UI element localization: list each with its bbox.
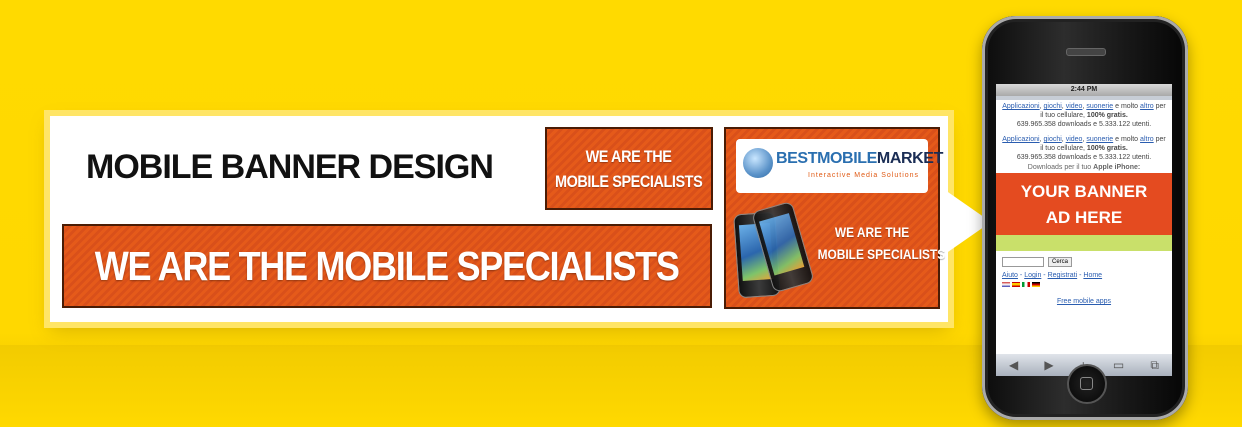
- link-aiuto[interactable]: Aiuto: [1002, 272, 1018, 279]
- iphone-mockup: 2:44 PM Applicazioni, giochi, video, suo…: [982, 16, 1188, 420]
- banner-small[interactable]: WE ARE THE MOBILE SPECIALISTS: [545, 127, 713, 210]
- link-login[interactable]: Login: [1024, 272, 1041, 279]
- flag-uk-icon[interactable]: [1002, 282, 1010, 287]
- flag-es-icon[interactable]: [1012, 282, 1020, 287]
- forward-icon[interactable]: ▶: [1044, 358, 1053, 372]
- logo-tagline: Interactive Media Solutions: [808, 172, 920, 179]
- nav-links: Aiuto - Login - Registrati - Home: [1002, 272, 1103, 279]
- link-giochi[interactable]: giochi: [1044, 136, 1062, 143]
- banner-box[interactable]: BESTMOBILEMARKET Interactive Media Solut…: [724, 127, 946, 309]
- search-row: Cerca: [996, 251, 1172, 270]
- free-apps-link[interactable]: Free mobile apps: [996, 298, 1172, 305]
- link-altro[interactable]: altro: [1140, 136, 1154, 143]
- home-button[interactable]: [1067, 364, 1107, 404]
- status-bar: 2:44 PM: [996, 84, 1172, 96]
- status-time: 2:44 PM: [1070, 86, 1098, 93]
- promo-block-1: Applicazioni, giochi, video, suonerie e …: [1002, 103, 1166, 128]
- promo-block-2: Applicazioni, giochi, video, suonerie e …: [1002, 136, 1166, 161]
- stats-text: 639.965.358 downloads e 5.333.122 utenti…: [1016, 154, 1152, 161]
- screen-ad-line1: YOUR BANNER: [1020, 182, 1148, 201]
- bookmarks-icon[interactable]: ▭: [1113, 358, 1124, 372]
- banner-box-line2: MOBILE SPECIALISTS: [817, 246, 946, 262]
- search-input[interactable]: [1002, 257, 1044, 267]
- link-registrati[interactable]: Registrati: [1048, 272, 1078, 279]
- link-altro[interactable]: altro: [1140, 103, 1154, 110]
- phone-screen: 2:44 PM Applicazioni, giochi, video, suo…: [996, 84, 1172, 376]
- stats-text: 639.965.358 downloads e 5.333.122 utenti…: [1016, 121, 1152, 128]
- link-suonerie[interactable]: suonerie: [1086, 103, 1113, 110]
- link-applicazioni[interactable]: Applicazioni: [1002, 103, 1039, 110]
- logo-card: BESTMOBILEMARKET Interactive Media Solut…: [736, 139, 943, 193]
- banner-wide-text: WE ARE THE MOBILE SPECIALISTS: [95, 242, 680, 289]
- screen-ad-slot[interactable]: YOUR BANNER AD HERE: [996, 173, 1172, 235]
- pages-icon[interactable]: ⧉: [1150, 358, 1159, 373]
- banner-box-line1: WE ARE THE: [834, 224, 910, 240]
- flag-de-icon[interactable]: [1032, 282, 1040, 287]
- banner-small-line2: MOBILE SPECIALISTS: [555, 171, 703, 191]
- link-video[interactable]: video: [1066, 136, 1083, 143]
- banner-box-text: WE ARE THE MOBILE SPECIALISTS: [808, 221, 946, 265]
- page-title: MOBILE BANNER DESIGN: [86, 148, 494, 186]
- link-applicazioni[interactable]: Applicazioni: [1002, 136, 1039, 143]
- link-giochi[interactable]: giochi: [1044, 103, 1062, 110]
- link-video[interactable]: video: [1066, 103, 1083, 110]
- link-suonerie[interactable]: suonerie: [1086, 136, 1113, 143]
- back-icon[interactable]: ◀: [1009, 358, 1018, 372]
- logo-globe-icon: [743, 148, 773, 178]
- banner-wide[interactable]: WE ARE THE MOBILE SPECIALISTS: [62, 224, 712, 308]
- speaker-icon: [1066, 48, 1106, 56]
- green-bar: [996, 235, 1172, 251]
- flag-it-icon[interactable]: [1022, 282, 1030, 287]
- screen-ad-line2: AD HERE: [1045, 208, 1123, 227]
- link-home[interactable]: Home: [1083, 272, 1102, 279]
- downloads-label: Downloads per il tuo Apple iPhone:: [1027, 164, 1141, 171]
- banner-small-line1: WE ARE THE: [586, 146, 672, 166]
- language-flags: [996, 281, 1172, 288]
- search-button[interactable]: Cerca: [1048, 257, 1073, 267]
- logo-brand: BESTMOBILEMARKET: [776, 150, 943, 167]
